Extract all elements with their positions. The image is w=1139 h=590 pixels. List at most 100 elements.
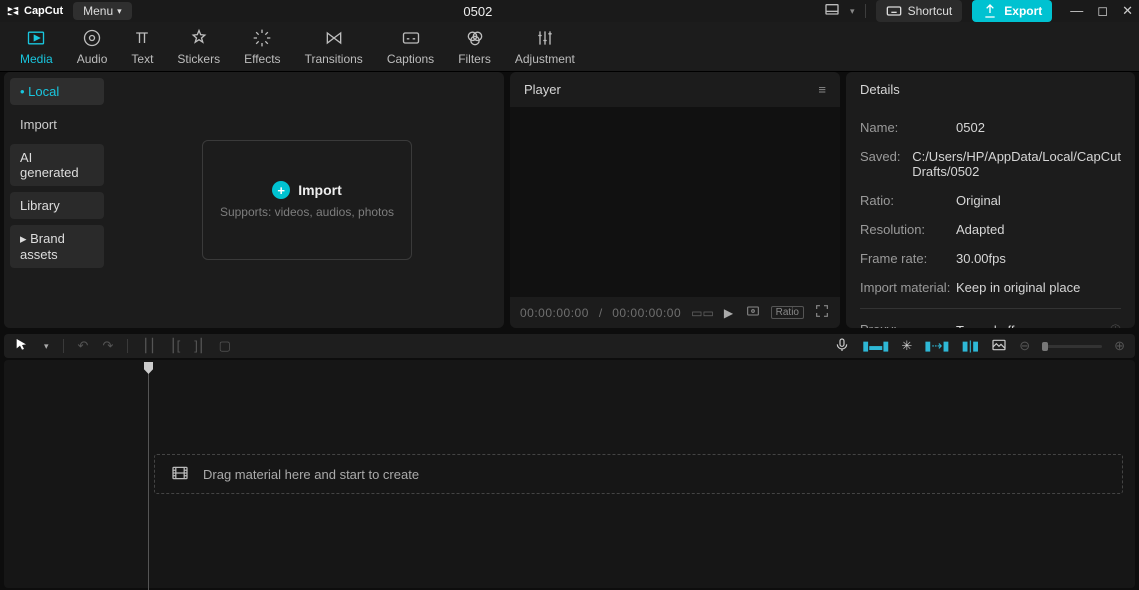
detail-value: Original [956, 193, 1121, 208]
tab-audio[interactable]: Audio [65, 24, 120, 70]
main-panels: • Local Import AI generated Library ▸ Br… [0, 72, 1139, 332]
import-supports: Supports: videos, audios, photos [220, 205, 394, 219]
export-button[interactable]: Export [972, 0, 1052, 22]
film-icon [171, 466, 189, 483]
detail-value: C:/Users/HP/AppData/Local/CapCut Drafts/… [912, 149, 1121, 179]
tab-label: Transitions [305, 52, 363, 66]
preview-axis-icon[interactable]: ▮|▮ [962, 338, 980, 354]
detail-key: Proxy: [860, 322, 956, 328]
details-panel: Details Name:0502 Saved:C:/Users/HP/AppD… [846, 72, 1135, 328]
separator [127, 339, 128, 353]
menu-button[interactable]: Menu ▾ [73, 2, 132, 20]
capcut-icon [6, 4, 20, 18]
titlebar-right: ▾ Shortcut Export — ◻ ✕ [824, 0, 1133, 22]
module-tabs: Media Audio Text Stickers Effects Transi… [0, 22, 1139, 72]
fullscreen-icon[interactable] [814, 303, 830, 322]
maximize-button[interactable]: ◻ [1097, 3, 1108, 19]
tab-stickers[interactable]: Stickers [165, 24, 232, 70]
minimize-button[interactable]: — [1070, 3, 1083, 19]
play-icon[interactable]: ▶ [724, 306, 733, 320]
info-icon[interactable]: ⓘ [1110, 322, 1121, 328]
player-header: Player ≡ [510, 72, 840, 107]
detail-key: Ratio: [860, 193, 956, 208]
zoom-slider[interactable] [1042, 345, 1102, 348]
cover-icon[interactable] [991, 337, 1007, 356]
detail-value: Keep in original place [956, 280, 1121, 295]
app-name: CapCut [24, 5, 63, 17]
main-track-magnet-icon[interactable]: ▮▬▮ [862, 338, 889, 354]
media-sidebar: • Local Import AI generated Library ▸ Br… [4, 72, 110, 328]
sidebar-item-library[interactable]: Library [10, 192, 104, 219]
adjustment-icon [535, 28, 555, 48]
plus-icon: + [272, 181, 290, 199]
app-logo: CapCut [6, 4, 63, 18]
zoom-in-icon[interactable]: ⊕ [1114, 338, 1125, 354]
window-controls: — ◻ ✕ [1070, 3, 1133, 19]
tab-text[interactable]: Text [119, 24, 165, 70]
undo-icon[interactable]: ↶ [78, 338, 89, 354]
sidebar-item-label: AI generated [20, 150, 79, 180]
selection-tool-icon[interactable] [14, 337, 30, 356]
sidebar-item-local[interactable]: • Local [10, 78, 104, 105]
export-label: Export [1004, 4, 1042, 18]
split-left-icon[interactable]: ⎮[ [170, 338, 180, 354]
split-right-icon[interactable]: ]⎮ [194, 338, 204, 354]
linkage-icon[interactable]: ▮⇢▮ [924, 338, 949, 354]
import-label: Import [298, 182, 342, 198]
detail-key: Frame rate: [860, 251, 956, 266]
separator [860, 308, 1121, 309]
tab-captions[interactable]: Captions [375, 24, 446, 70]
time-total: 00:00:00:00 [612, 306, 681, 320]
effects-icon [252, 28, 272, 48]
sidebar-item-label: Import [20, 117, 57, 132]
import-row: + Import [272, 181, 342, 199]
tab-media[interactable]: Media [8, 24, 65, 70]
compare-icon[interactable]: ▭▭ [691, 306, 714, 320]
tab-adjustment[interactable]: Adjustment [503, 24, 587, 70]
playhead-handle[interactable] [144, 362, 153, 374]
ratio-button[interactable]: Ratio [771, 306, 804, 319]
stickers-icon [189, 28, 209, 48]
sidebar-item-ai-generated[interactable]: AI generated [10, 144, 104, 186]
tab-filters[interactable]: Filters [446, 24, 503, 70]
captions-icon [401, 28, 421, 48]
auto-snap-icon[interactable]: ✳ [901, 338, 912, 354]
sidebar-item-label: Brand assets [20, 231, 65, 262]
timeline-drop-hint: Drag material here and start to create [203, 467, 419, 482]
export-icon [982, 3, 998, 19]
details-body: Name:0502 Saved:C:/Users/HP/AppData/Loca… [846, 107, 1135, 328]
detail-value: Adapted [956, 222, 1121, 237]
timeline-dropzone[interactable]: Drag material here and start to create [154, 454, 1123, 494]
close-button[interactable]: ✕ [1122, 3, 1133, 19]
zoom-out-icon[interactable]: ⊖ [1019, 338, 1030, 354]
delete-icon[interactable]: ▢ [219, 338, 231, 354]
chevron-down-icon[interactable]: ▾ [44, 341, 49, 352]
player-panel: Player ≡ 00:00:00:00 / 00:00:00:00 ▭▭ ▶ … [510, 72, 840, 328]
tab-label: Adjustment [515, 52, 575, 66]
timeline-area[interactable]: Drag material here and start to create [4, 360, 1135, 588]
sidebar-item-label: Local [28, 84, 59, 99]
details-title: Details [860, 82, 900, 97]
player-controls: 00:00:00:00 / 00:00:00:00 ▭▭ ▶ Ratio [510, 297, 840, 328]
shortcut-button[interactable]: Shortcut [876, 0, 963, 22]
tab-transitions[interactable]: Transitions [293, 24, 375, 70]
chevron-down-icon[interactable]: ▾ [850, 6, 855, 17]
player-title: Player [524, 82, 561, 97]
player-menu-icon[interactable]: ≡ [818, 82, 826, 97]
sidebar-item-import[interactable]: Import [10, 111, 104, 138]
import-dropzone[interactable]: + Import Supports: videos, audios, photo… [202, 140, 412, 260]
separator [865, 4, 866, 18]
tab-effects[interactable]: Effects [232, 24, 292, 70]
project-title: 0502 [142, 4, 814, 19]
redo-icon[interactable]: ↷ [102, 338, 113, 354]
audio-icon [82, 28, 102, 48]
split-icon[interactable]: ⎮⎮ [142, 338, 156, 354]
preview-quality-icon[interactable] [745, 303, 761, 322]
separator [63, 339, 64, 353]
media-icon [26, 28, 46, 48]
sidebar-item-brand-assets[interactable]: ▸ Brand assets [10, 225, 104, 268]
detail-value: 0502 [956, 120, 1121, 135]
mic-icon[interactable] [834, 337, 850, 356]
layout-icon[interactable] [824, 2, 840, 21]
tab-label: Media [20, 52, 53, 66]
